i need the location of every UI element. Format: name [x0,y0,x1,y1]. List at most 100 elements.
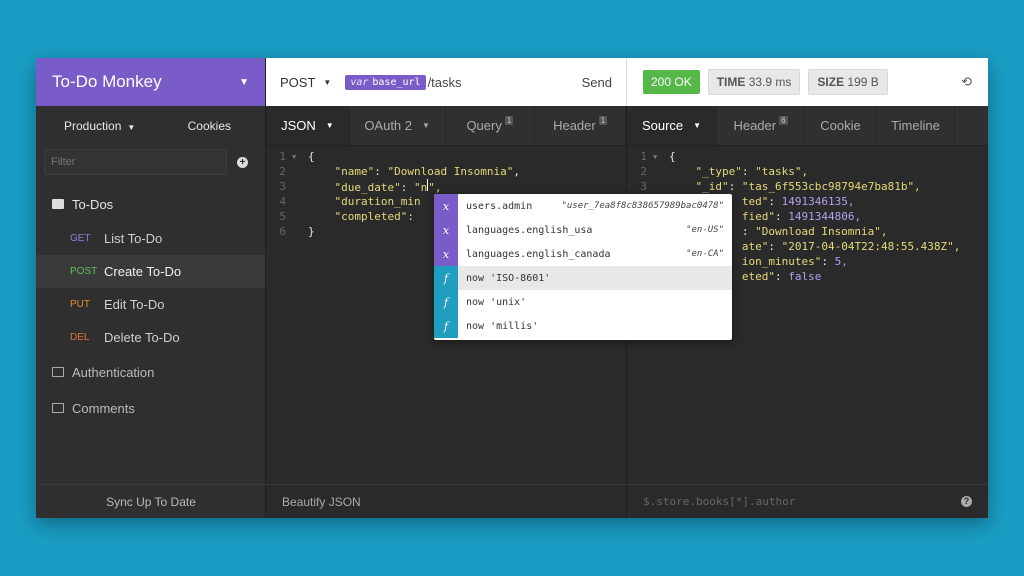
tab-timeline[interactable]: Timeline [877,106,955,145]
function-type-icon: f [434,266,458,290]
json-string: "2017-04-04T22:48:55.438Z", [781,240,961,253]
json-key: "_type" [695,165,742,178]
request-edit-todo[interactable]: PUT Edit To-Do [36,288,265,321]
folder-open-icon [52,199,64,209]
json-number: 1491344806, [788,210,862,223]
response-tabs: Source ▼ Header 6 Cookie Timeline [627,106,988,146]
time-value: 33.9 ms [748,75,792,89]
autocomplete-name: languages.english_canada [466,248,611,260]
autocomplete-hint: "user_7ea8f8c838657989bac0478" [561,201,724,211]
json-key: fied" [741,210,775,223]
json-string: "Download Insomnia", [755,225,888,238]
variable-prefix: var [350,76,369,88]
autocomplete-item[interactable]: x languages.english_canada "en-CA" [434,242,732,266]
filter-input[interactable] [44,149,227,175]
autocomplete-item[interactable]: f now 'unix' [434,290,732,314]
add-item-icon[interactable]: + [237,156,248,168]
environment-label: Production [64,119,122,133]
request-delete-todo[interactable]: DEL Delete To-Do [36,321,265,354]
autocomplete-item[interactable]: f now 'millis' [434,314,732,338]
line-number: 2 [640,165,647,178]
url-path[interactable]: /tasks [428,75,462,90]
tab-query[interactable]: Query 1 [446,106,536,145]
fold-arrow-icon[interactable]: ▼ [292,153,308,161]
autocomplete-name: now 'ISO-8601' [466,272,551,284]
tab-response-header[interactable]: Header 6 [717,106,805,145]
json-key: "completed": [334,210,414,223]
json-key: "duration_min [334,195,421,208]
folder-todos[interactable]: To-Dos [36,186,265,222]
autocomplete-name: now 'unix' [466,296,527,308]
environment-dropdown[interactable]: Production ▼ [64,119,135,133]
tab-label: Header [553,118,596,133]
tab-source[interactable]: Source ▼ [627,106,717,145]
workspace-title: To-Do Monkey [52,72,162,91]
method-dropdown[interactable]: POST [280,75,315,90]
chevron-down-icon: ▼ [325,121,334,130]
tab-json[interactable]: JSON ▼ [266,106,350,145]
time-badge: TIME 33.9 ms [707,69,801,95]
code-text: } [308,225,315,238]
folder-authentication[interactable]: Authentication [36,354,265,390]
line-number: 5 [279,210,286,223]
request-create-todo[interactable]: POST Create To-Do [36,255,265,288]
response-filter-input[interactable]: $.store.books[*].author [643,495,795,508]
chevron-down-icon: ▼ [323,77,332,87]
send-button[interactable]: Send [582,75,612,90]
tab-label: OAuth 2 [364,118,413,133]
autocomplete-item-selected[interactable]: f now 'ISO-8601' [434,266,732,290]
json-boolean: false [788,270,822,283]
fold-arrow-icon[interactable]: ▼ [653,153,669,161]
size-badge: SIZE 199 B [808,69,888,95]
folder-label: To-Dos [72,196,114,212]
json-key: ate" [741,240,769,253]
method-badge: GET [70,233,91,244]
request-tree: To-Dos GET List To-Do POST Create To-Do … [36,186,265,426]
count-badge: 1 [504,116,514,125]
request-list-todo[interactable]: GET List To-Do [36,222,265,255]
tab-header[interactable]: Header 1 [535,106,626,145]
sync-status[interactable]: Sync Up To Date [36,484,266,518]
request-tabs: JSON ▼ OAuth 2 ▼ Query 1 Header 1 [266,106,626,146]
help-icon[interactable]: ? [961,496,972,507]
folder-comments[interactable]: Comments [36,390,265,426]
line-number: 3 [279,180,286,193]
request-label: Delete To-Do [104,330,180,345]
variable-tag[interactable]: var base_url [345,74,426,90]
beautify-json-button[interactable]: Beautify JSON [282,495,361,509]
count-badge: 6 [779,116,788,125]
autocomplete-item[interactable]: x users.admin "user_7ea8f8c838657989bac047… [434,194,732,218]
history-icon[interactable]: ⟲ [961,74,972,90]
autocomplete-name: now 'millis' [466,320,539,332]
line-number: 1 [279,150,286,163]
cookies-button[interactable]: Cookies [188,119,231,133]
workspace-header[interactable]: To-Do Monkey ▼ [36,58,265,106]
autocomplete-name: languages.english_usa [466,224,593,236]
tab-oauth2[interactable]: OAuth 2 ▼ [350,106,446,145]
method-badge: PUT [70,299,90,310]
tab-label: Timeline [891,118,940,133]
json-string: "n [413,181,428,194]
folder-label: Comments [72,400,135,416]
variable-type-icon: x [434,194,458,218]
variable-name: base_url [372,76,421,88]
json-key: "_id" [695,180,729,193]
autocomplete-name: users.admin [466,200,533,212]
json-string: "tas_6f553cbc98794e7ba81b", [741,180,921,193]
json-key: ted" [741,195,769,208]
tab-cookie[interactable]: Cookie [805,106,877,145]
tab-label: JSON [281,118,316,133]
filter-row: + [36,146,265,178]
json-string: "tasks", [755,165,809,178]
environment-row: Production ▼ Cookies [36,106,265,146]
json-number: 5, [834,255,848,268]
function-type-icon: f [434,314,458,338]
tab-label: Source [641,118,684,133]
method-badge: DEL [70,332,90,343]
size-label: SIZE [817,75,845,89]
chevron-down-icon: ▼ [127,123,136,132]
folder-icon [52,367,64,377]
autocomplete-hint: "en-US" [686,225,724,235]
autocomplete-item[interactable]: x languages.english_usa "en-US" [434,218,732,242]
autocomplete-dropdown: x users.admin "user_7ea8f8c838657989bac047… [434,194,732,340]
